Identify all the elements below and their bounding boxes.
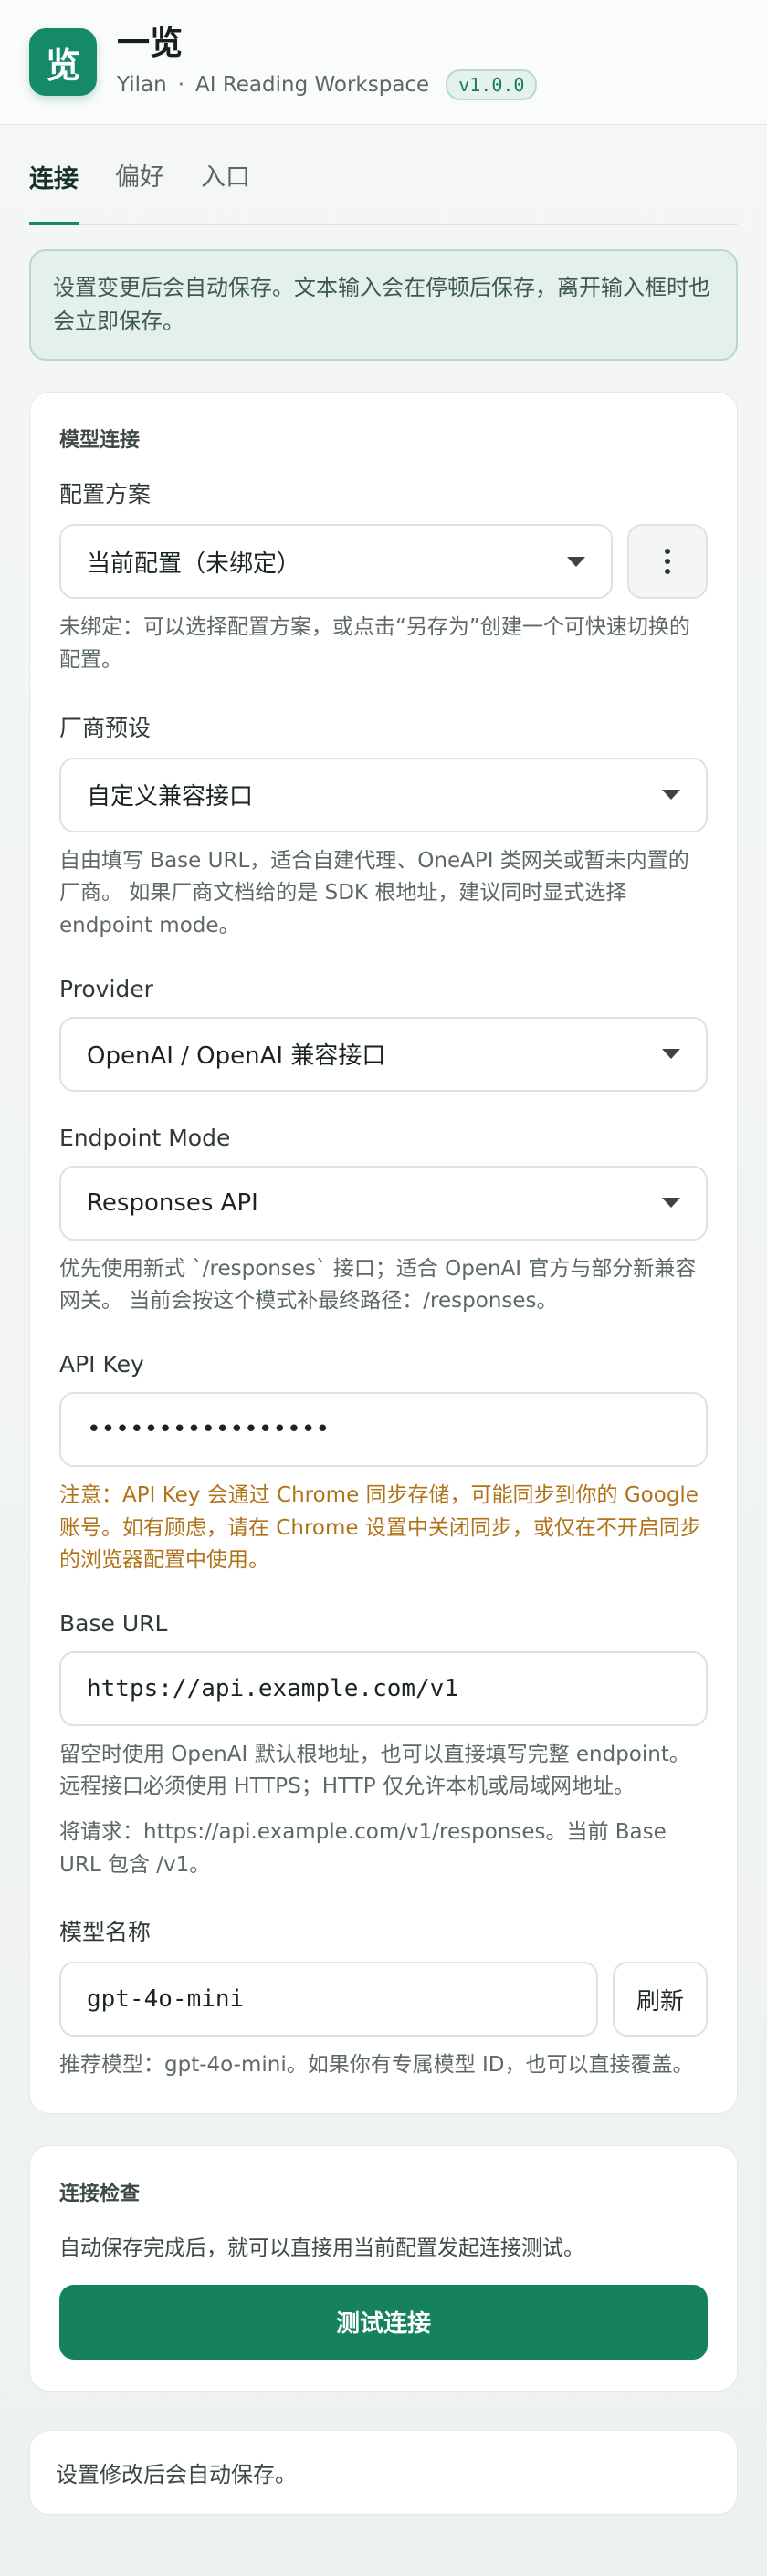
section-title-connection: 连接检查 [59,2182,141,2205]
profile-label: 配置方案 [59,481,152,508]
app-logo-icon: 览 [29,28,97,96]
endpoint-help: 优先使用新式 `/responses` 接口；适合 OpenAI 官方与部分新兼… [59,1256,697,1314]
vendor-help: 自由填写 Base URL，适合自建代理、OneAPI 类网关或暂未内置的厂商。… [59,848,689,937]
connection-check-card: 连接检查 自动保存完成后，就可以直接用当前配置发起连接测试。 测试连接 [29,2144,738,2392]
api-key-warning: 注意：API Key 会通过 Chrome 同步存储，可能同步到你的 Googl… [59,1482,701,1573]
model-name-row: gpt-4o-mini 刷新 [59,1962,708,2037]
subtitle-left: Yilan [117,72,167,97]
base-url-label: Base URL [59,1609,168,1637]
brand: 一览 Yilan · AI Reading Workspace v1.0.0 [117,24,538,100]
base-url-help: 留空时使用 OpenAI 默认根地址，也可以直接填写完整 endpoint。远程… [59,1742,690,1799]
refresh-models-button[interactable]: 刷新 [613,1962,708,2037]
model-name-group: 模型名称 gpt-4o-mini 刷新 推荐模型：gpt-4o-mini。如果你… [59,1914,708,2082]
chevron-down-icon [567,556,585,567]
provider-group: Provider OpenAI / OpenAI 兼容接口 [59,976,708,1092]
vendor-select[interactable]: 自定义兼容接口 [59,757,708,832]
provider-select-value: OpenAI / OpenAI 兼容接口 [87,1042,386,1071]
api-key-label: API Key [59,1350,144,1377]
subtitle-separator: · [177,72,184,97]
tab-preferences[interactable]: 偏好 [115,157,164,224]
base-url-request-note: 将请求：https://api.example.com/v1/responses… [59,1820,667,1877]
provider-select[interactable]: OpenAI / OpenAI 兼容接口 [59,1016,708,1092]
footer-autosave-note: 设置修改后会自动保存。 [29,2429,738,2515]
test-connection-button[interactable]: 测试连接 [59,2284,708,2360]
model-name-help: 推荐模型：gpt-4o-mini。如果你有专属模型 ID，也可以直接覆盖。 [59,2053,694,2078]
profile-row: 当前配置（未绑定） [59,524,708,600]
base-url-group: Base URL https://api.example.com/v1 留空时使… [59,1610,708,1882]
vendor-select-value: 自定义兼容接口 [87,783,254,812]
autosave-notice: 设置变更后会自动保存。文本输入会在停顿后保存，离开输入框时也会立即保存。 [29,249,738,361]
model-name-label: 模型名称 [59,1919,152,1946]
profile-select-value: 当前配置（未绑定） [87,550,301,578]
vendor-group: 厂商预设 自定义兼容接口 自由填写 Base URL，适合自建代理、OneAPI… [59,710,708,943]
app-subtitle: Yilan · AI Reading Workspace v1.0.0 [117,68,538,100]
api-key-group: API Key ••••••••••••••••• 注意：API Key 会通过… [59,1351,708,1577]
app-name: 一览 [117,25,184,63]
endpoint-select[interactable]: Responses API [59,1165,708,1241]
chevron-down-icon [662,1198,680,1209]
vendor-label: 厂商预设 [59,714,152,741]
provider-label: Provider [59,975,153,1002]
model-connection-card: 模型连接 配置方案 当前配置（未绑定） 未绑定：可以选择配置方案，或点击“另存为… [29,392,738,2114]
app-header: 览 一览 Yilan · AI Reading Workspace v1.0.0 [0,0,767,125]
chevron-down-icon [662,790,680,801]
subtitle-right: AI Reading Workspace [195,72,430,97]
model-name-input[interactable]: gpt-4o-mini [59,1962,598,2037]
endpoint-group: Endpoint Mode Responses API 优先使用新式 `/res… [59,1125,708,1318]
endpoint-select-value: Responses API [87,1189,258,1217]
tab-connection[interactable]: 连接 [29,159,79,225]
endpoint-label: Endpoint Mode [59,1124,231,1151]
profile-select[interactable]: 当前配置（未绑定） [59,524,613,600]
profile-group: 配置方案 当前配置（未绑定） 未绑定：可以选择配置方案，或点击“另存为”创建一个… [59,476,708,676]
version-badge: v1.0.0 [446,68,538,100]
chevron-down-icon [662,1049,680,1060]
profile-help: 未绑定：可以选择配置方案，或点击“另存为”创建一个可快速切换的配置。 [59,615,690,673]
connection-description: 自动保存完成后，就可以直接用当前配置发起连接测试。 [59,2236,584,2260]
api-key-input[interactable]: ••••••••••••••••• [59,1391,708,1467]
settings-tabs: 连接 偏好 入口 [29,125,738,225]
profile-menu-button[interactable] [627,524,708,600]
section-title-model: 模型连接 [59,429,141,453]
tab-entry[interactable]: 入口 [201,157,250,224]
base-url-input[interactable]: https://api.example.com/v1 [59,1650,708,1726]
more-vertical-icon [665,549,670,575]
